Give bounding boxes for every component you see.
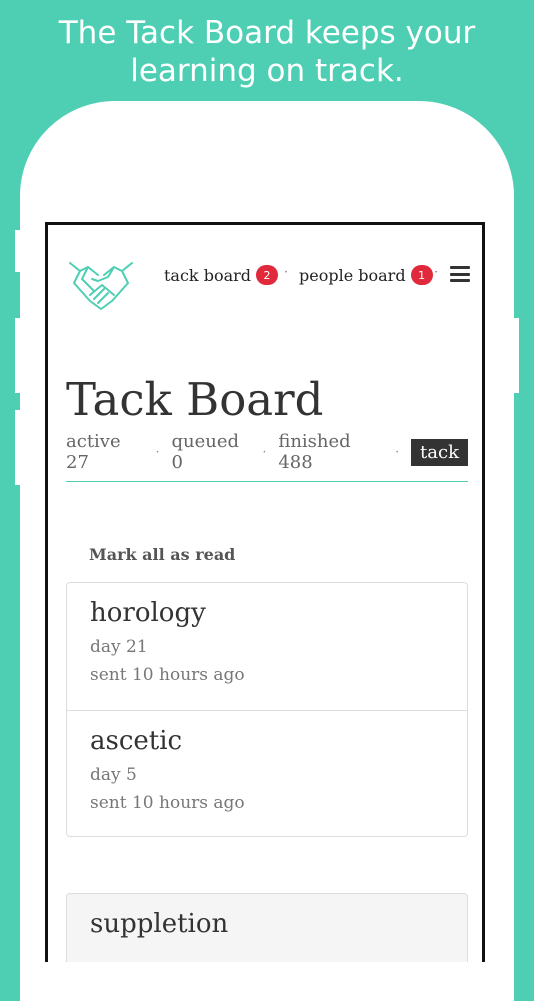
tack-word: ascetic [90,726,183,756]
nav-tack-board-label: tack board [164,265,252,285]
top-nav: tack board 2 · people board 1 · [48,225,482,325]
tack-board-count-badge: 2 [256,265,279,285]
tack-sent-time: sent 10 hours ago [90,665,245,685]
tack-day: day 5 [90,765,137,785]
handshake-logo-icon[interactable] [68,257,134,313]
phone-side-button-left-3 [15,410,20,485]
phone-side-button-left-2 [15,318,20,393]
stat-finished: finished 488 [278,431,351,473]
tack-card[interactable]: horology day 21 sent 10 hours ago [67,583,467,710]
hamburger-menu-icon[interactable] [450,266,470,282]
phone-side-button-right [514,318,519,393]
tack-card[interactable]: ascetic day 5 sent 10 hours ago [67,710,467,836]
tack-button[interactable]: tack [411,438,468,466]
marketing-headline: The Tack Board keeps your learning on tr… [58,15,476,89]
mark-all-read-link[interactable]: Mark all as read [89,545,235,564]
nav-people-board-label: people board [299,265,406,285]
stats-bar: active 27 · queued 0 · finished 488 · ta… [66,431,468,473]
app-screen: tack board 2 · people board 1 · Tack Boa… [45,222,485,962]
nav-people-board[interactable]: people board 1 [299,265,433,285]
next-tack-card[interactable]: suppletion [66,893,468,962]
divider [66,481,468,482]
stat-active: active 27 [66,431,121,473]
phone-side-button-left-1 [15,230,20,272]
tack-card-list: horology day 21 sent 10 hours ago asceti… [66,582,468,837]
nav-separator: · [284,265,289,280]
stat-queued: queued 0 [171,431,240,473]
page-title: Tack Board [66,373,324,426]
nav-separator: · [434,265,439,280]
tack-word: suppletion [90,909,229,939]
people-board-count-badge: 1 [410,265,433,285]
tack-sent-time: sent 10 hours ago [90,793,245,813]
stat-separator: · [262,445,267,459]
stat-separator: · [395,445,400,459]
stat-separator: · [155,445,160,459]
tack-word: horology [90,598,206,628]
tack-day: day 21 [90,637,148,657]
nav-tack-board[interactable]: tack board 2 [164,265,279,285]
